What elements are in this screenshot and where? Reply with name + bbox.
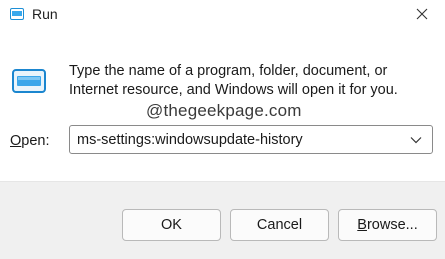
run-app-icon <box>10 7 24 20</box>
chevron-down-icon <box>410 137 422 144</box>
browse-label: rowse... <box>366 217 418 233</box>
browse-button[interactable]: Browse... <box>338 209 437 241</box>
ok-button[interactable]: OK <box>122 209 221 241</box>
title-bar: Run <box>0 0 445 32</box>
button-bar: OK Cancel Browse... <box>0 181 445 259</box>
cancel-button[interactable]: Cancel <box>230 209 329 241</box>
run-dialog: Run Type the name of a program, folder, … <box>0 0 445 259</box>
watermark-text: @thegeekpage.com <box>146 101 302 120</box>
dropdown-button[interactable] <box>404 127 428 152</box>
close-icon <box>416 8 428 20</box>
run-program-icon <box>12 67 48 95</box>
run-description: Type the name of a program, folder, docu… <box>69 63 398 98</box>
open-label: Open: <box>10 133 50 149</box>
open-label-mnemonic: O <box>10 133 22 149</box>
browse-mnemonic: B <box>357 217 367 233</box>
open-input[interactable] <box>70 126 400 153</box>
close-button[interactable] <box>399 0 445 32</box>
open-combobox[interactable] <box>69 125 433 154</box>
open-label-text: pen: <box>21 133 50 149</box>
window-title: Run <box>32 6 58 22</box>
